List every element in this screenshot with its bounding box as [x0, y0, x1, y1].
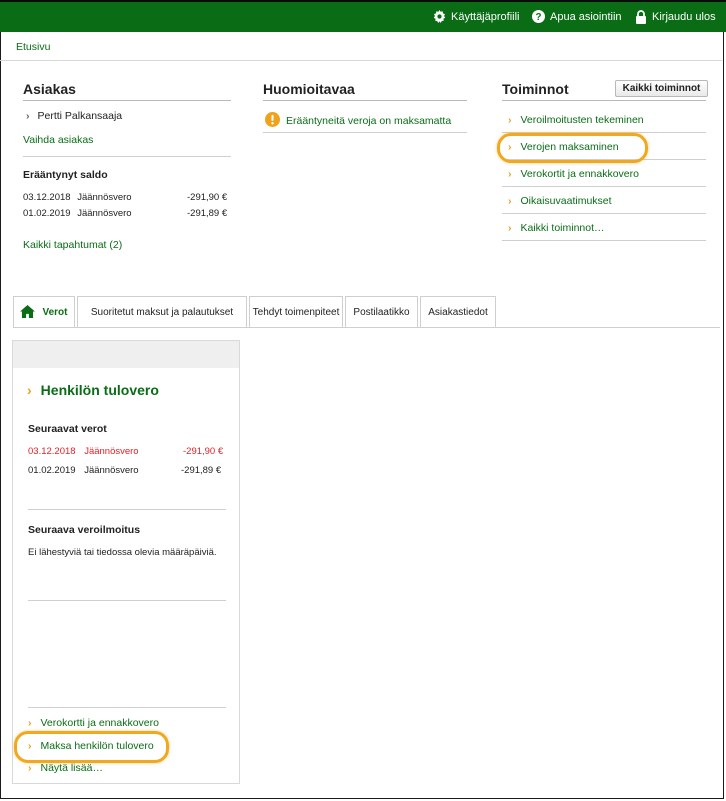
panel-link-label: Verokortti ja ennakkovero: [40, 717, 159, 729]
tab-label: Verot: [42, 307, 68, 318]
notice-item[interactable]: Erääntyneitä veroja on maksamatta: [265, 112, 451, 130]
overdue-amount: -291,90 €: [187, 192, 228, 203]
next-taxes-title: Seuraavat verot: [28, 423, 107, 435]
overdue-type: Jäännösvero: [77, 192, 132, 203]
divider: [502, 186, 706, 187]
help-link[interactable]: ? Apua asiointiin: [532, 10, 622, 23]
tax-amount: -291,89 €: [181, 465, 222, 476]
lock-icon: [635, 10, 647, 24]
next-tax-row: 01.02.2019 Jäännösvero: [28, 465, 139, 476]
profile-label: Käyttäjäprofiili: [451, 10, 520, 23]
divider: [28, 707, 226, 708]
tax-type: Jäännösvero: [84, 446, 139, 457]
overdue-row: 01.02.2019 Jäännösvero: [23, 208, 132, 219]
tax-date: 01.02.2019: [28, 465, 76, 476]
chevron-right-icon: ›: [26, 110, 30, 122]
tab-label: Suoritetut maksut ja palautukset: [90, 307, 234, 318]
next-return-text: Ei lähestyviä tai tiedossa olevia määräp…: [28, 547, 217, 558]
customer-title: Asiakas: [23, 81, 76, 97]
action-item[interactable]: › Kaikki toiminnot…: [508, 222, 605, 234]
all-actions-button[interactable]: Kaikki toiminnot: [615, 80, 708, 97]
divider: [28, 509, 226, 510]
overdue-row: 03.12.2018 Jäännösvero: [23, 192, 132, 203]
breadcrumb-bar: Etusivu: [0, 32, 722, 61]
tax-type: Jäännösvero: [84, 465, 139, 476]
warning-icon: [265, 112, 280, 130]
next-tax-row: 03.12.2018 Jäännösvero: [28, 446, 139, 457]
divider: [28, 600, 226, 601]
highlight-annotation: [14, 731, 169, 763]
divider: [263, 132, 467, 133]
action-item[interactable]: › Oikaisuvaatimukset: [508, 195, 612, 207]
panel-title-link[interactable]: › Henkilön tulovero: [27, 382, 159, 398]
tab-taxes[interactable]: Verot: [13, 296, 75, 328]
action-label: Veroilmoitusten tekeminen: [520, 114, 644, 126]
tab-divider: [13, 327, 720, 328]
notice-text: Erääntyneitä veroja on maksamatta: [286, 115, 452, 127]
divider: [23, 100, 231, 101]
action-item[interactable]: › Verokortit ja ennakkovero: [508, 168, 639, 180]
action-label: Oikaisuvaatimukset: [520, 195, 612, 207]
top-bar: Käyttäjäprofiili ? Apua asiointiin Kirja…: [0, 0, 726, 32]
highlight-annotation: [497, 133, 648, 163]
overdue-amount: -291,89 €: [187, 208, 228, 219]
divider: [502, 213, 706, 214]
panel-link[interactable]: › Verokortti ja ennakkovero: [28, 717, 159, 729]
svg-text:?: ?: [536, 12, 542, 23]
chevron-right-icon: ›: [508, 222, 512, 234]
home-link[interactable]: Etusivu: [16, 41, 50, 53]
overdue-date: 01.02.2019: [23, 208, 71, 219]
action-item[interactable]: › Veroilmoitusten tekeminen: [508, 114, 644, 126]
profile-link[interactable]: Käyttäjäprofiili: [433, 10, 519, 23]
notices-title: Huomioitavaa: [263, 81, 355, 97]
divider: [502, 240, 706, 241]
overdue-balance-title: Erääntynyt saldo: [23, 169, 108, 181]
logout-label: Kirjaudu ulos: [652, 11, 716, 23]
logout-link[interactable]: Kirjaudu ulos: [635, 10, 716, 24]
overdue-date: 03.12.2018: [23, 192, 71, 203]
question-icon: ?: [532, 10, 545, 23]
chevron-right-icon: ›: [508, 114, 512, 126]
all-events-link[interactable]: Kaikki tapahtumat (2): [23, 239, 122, 251]
tab-label: Postilaatikko: [353, 307, 410, 318]
home-icon: [20, 304, 36, 321]
tax-date: 03.12.2018: [28, 446, 76, 457]
chevron-right-icon: ›: [28, 717, 32, 729]
chevron-right-icon: ›: [28, 762, 32, 774]
panel-link[interactable]: › Näytä lisää…: [28, 762, 103, 774]
tab-label: Asiakastiedot: [428, 307, 488, 318]
panel-title: Henkilön tulovero: [40, 382, 159, 398]
actions-title: Toiminnot: [502, 81, 569, 97]
tab-mailbox[interactable]: Postilaatikko: [345, 296, 418, 328]
change-customer-link[interactable]: Vaihda asiakas: [23, 134, 93, 146]
chevron-right-icon: ›: [27, 382, 32, 398]
divider: [23, 156, 231, 157]
panel-header: [13, 341, 239, 368]
chevron-right-icon: ›: [508, 168, 512, 180]
tab-customer-info[interactable]: Asiakastiedot: [420, 296, 496, 328]
tax-amount: -291,90 €: [183, 446, 224, 457]
tab-actions-done[interactable]: Tehdyt toimenpiteet: [249, 296, 343, 328]
tab-label: Tehdyt toimenpiteet: [252, 307, 340, 318]
tab-payments[interactable]: Suoritetut maksut ja palautukset: [77, 296, 247, 328]
action-label: Verokortit ja ennakkovero: [520, 168, 639, 180]
overdue-type: Jäännösvero: [77, 208, 132, 219]
gear-icon: [433, 10, 446, 23]
action-label: Kaikki toiminnot…: [520, 222, 605, 234]
divider: [263, 100, 467, 101]
divider: [502, 100, 706, 101]
next-return-title: Seuraava veroilmoitus: [28, 524, 141, 536]
panel-link-label: Näytä lisää…: [40, 762, 103, 774]
customer-name: Pertti Palkansaaja: [37, 110, 123, 122]
help-label: Apua asiointiin: [550, 10, 622, 23]
chevron-right-icon: ›: [508, 195, 512, 207]
customer-name-row: › Pertti Palkansaaja: [26, 110, 122, 122]
